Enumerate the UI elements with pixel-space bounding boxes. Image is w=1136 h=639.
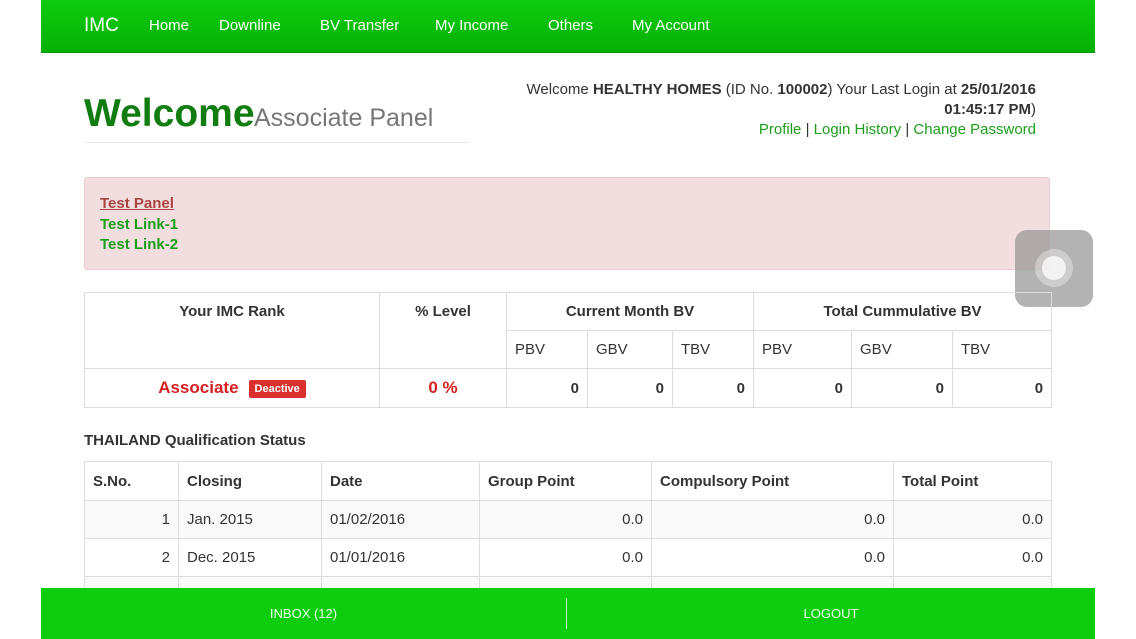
pbv-header: PBV — [753, 330, 853, 369]
compulsory-point-header: Compulsory Point — [651, 461, 894, 501]
bottom-toolbar: INBOX (12) LOGOUT — [41, 588, 1095, 639]
nav-my-income[interactable]: My Income — [435, 17, 508, 34]
welcome-info: Welcome HEALTHY HOMES (ID No. 100002) Yo… — [476, 80, 1036, 120]
alert-panel: Test Panel Test Link-1 Test Link-2 — [84, 177, 1050, 270]
title-divider — [84, 142, 469, 143]
total-tbv-value: 0 — [952, 368, 1053, 408]
compulsory-point-cell: 0.0 — [651, 538, 894, 577]
sno-cell: 1 — [84, 500, 179, 539]
closing-cell: Jan. 2015 — [178, 500, 322, 539]
sno-cell: 2 — [84, 538, 179, 577]
closing-header: Closing — [178, 461, 322, 501]
user-name: HEALTHY HOMES — [592, 81, 722, 98]
qualification-title: THAILAND Qualification Status — [84, 432, 306, 449]
logout-button[interactable]: LOGOUT — [567, 588, 1095, 639]
level-value: 0 % — [379, 368, 507, 408]
tbv-header: TBV — [671, 330, 755, 369]
gbv-header: GBV — [587, 330, 673, 369]
group-point-cell: 0.0 — [479, 538, 652, 577]
brand-logo[interactable]: IMC — [84, 15, 119, 37]
link-separator: | — [801, 121, 814, 138]
page-title: Welcome — [84, 92, 255, 135]
test-link-1[interactable]: Test Link-1 — [100, 216, 178, 233]
assistive-dot-icon — [1042, 256, 1066, 280]
test-link-2[interactable]: Test Link-2 — [100, 236, 178, 253]
status-badge: Deactive — [248, 380, 306, 399]
user-id: 100002 — [777, 81, 828, 98]
rank-header: Your IMC Rank — [84, 292, 380, 369]
date-cell: 01/02/2016 — [321, 500, 480, 539]
profile-link[interactable]: Profile — [759, 121, 802, 138]
total-gbv-value: 0 — [851, 368, 954, 408]
table-row: 1 Jan. 2015 01/02/2016 0.0 0.0 0.0 — [84, 500, 1052, 539]
total-point-cell: 0.0 — [893, 538, 1052, 577]
nav-others[interactable]: Others — [548, 17, 593, 34]
rank-cell: Associate Deactive — [84, 368, 380, 408]
compulsory-point-cell: 0.0 — [651, 500, 894, 539]
current-gbv-value: 0 — [587, 368, 673, 408]
total-cumulative-bv-header: Total Cummulative BV — [753, 292, 1053, 331]
nav-downline[interactable]: Downline — [219, 17, 281, 34]
current-pbv-value: 0 — [506, 368, 588, 408]
date-cell: 01/01/2016 — [321, 538, 480, 577]
close-paren: ) — [1031, 101, 1036, 118]
page-subtitle: Associate Panel — [254, 104, 434, 132]
total-point-header: Total Point — [893, 461, 1052, 501]
gbv-header: GBV — [851, 330, 954, 369]
current-month-bv-header: Current Month BV — [505, 292, 755, 331]
current-tbv-value: 0 — [671, 368, 755, 408]
last-login-date: 25/01/2016 — [960, 81, 1036, 98]
total-point-cell: 0.0 — [893, 500, 1052, 539]
test-panel-link[interactable]: Test Panel — [100, 195, 174, 212]
closing-cell: Dec. 2015 — [178, 538, 322, 577]
nav-home[interactable]: Home — [149, 17, 189, 34]
account-links: Profile | Login History | Change Passwor… — [759, 121, 1036, 138]
top-navbar: IMC Home Downline BV Transfer My Income … — [41, 0, 1095, 53]
last-login-time: 01:45:17 PM — [944, 101, 1031, 118]
login-history-link[interactable]: Login History — [814, 121, 902, 138]
welcome-prefix: Welcome — [526, 81, 593, 98]
table-row: 2 Dec. 2015 01/01/2016 0.0 0.0 0.0 — [84, 538, 1052, 577]
change-password-link[interactable]: Change Password — [913, 121, 1036, 138]
login-prefix: ) Your Last Login at — [827, 81, 961, 98]
nav-my-account[interactable]: My Account — [632, 17, 710, 34]
nav-bv-transfer[interactable]: BV Transfer — [320, 17, 399, 34]
rank-table: Your IMC Rank % Level Current Month BV T… — [84, 292, 1053, 408]
rank-value: Associate — [158, 377, 239, 397]
group-point-cell: 0.0 — [479, 500, 652, 539]
level-header: % Level — [379, 292, 507, 369]
date-header: Date — [321, 461, 480, 501]
pbv-header: PBV — [506, 330, 588, 369]
sno-header: S.No. — [84, 461, 179, 501]
inbox-button[interactable]: INBOX (12) — [41, 588, 566, 639]
total-pbv-value: 0 — [753, 368, 853, 408]
tbv-header: TBV — [952, 330, 1053, 369]
group-point-header: Group Point — [479, 461, 652, 501]
link-separator: | — [901, 121, 914, 138]
id-prefix: (ID No. — [721, 81, 778, 98]
